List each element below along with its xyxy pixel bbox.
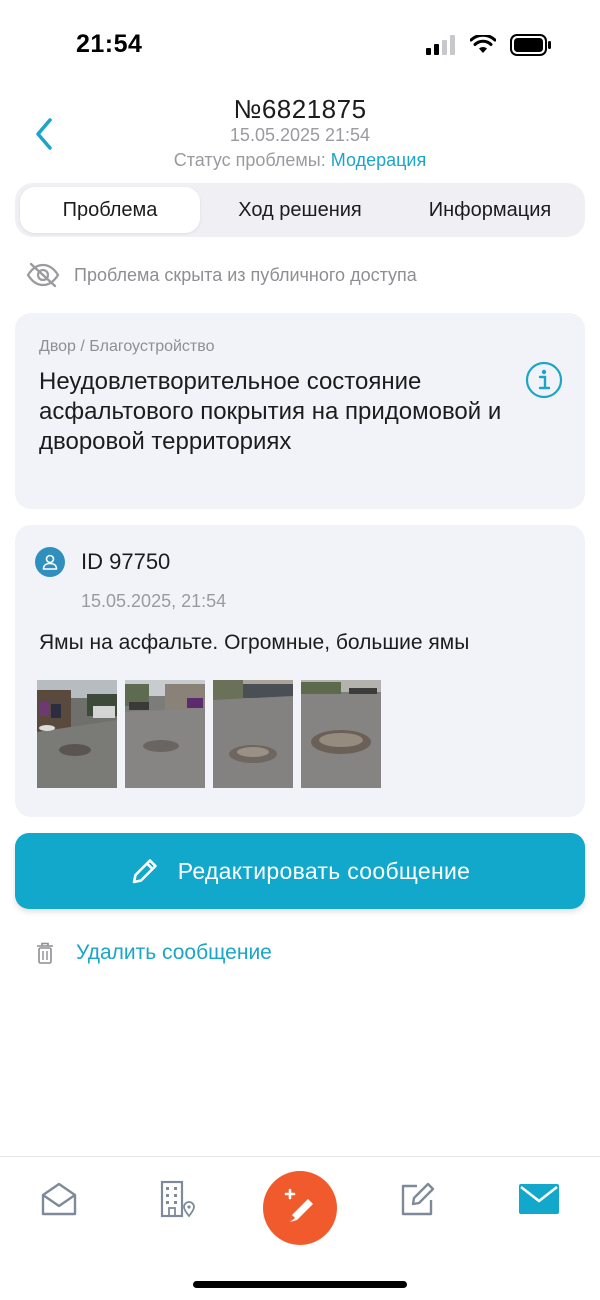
avatar (35, 547, 65, 577)
message-text: Ямы на асфальте. Огромные, большие ямы (39, 631, 470, 654)
problem-number: №6821875 (233, 94, 367, 124)
photo-thumbnail[interactable] (125, 680, 205, 788)
status-label: Статус проблемы: (173, 150, 326, 170)
home-indicator (193, 1281, 407, 1288)
problem-date: 15.05.2025 21:54 (229, 125, 371, 145)
info-button[interactable] (525, 361, 563, 399)
problem-title: Неудовлетворительное состояние асфальтов… (39, 368, 502, 455)
visibility-notice: Проблема скрыта из публичного доступа (26, 260, 417, 290)
edit-icon (401, 1182, 435, 1216)
trash-icon (37, 942, 53, 964)
tab-bar: Проблема Ход решения Информация (15, 183, 585, 237)
problem-status: Статус проблемы: Модерация (0, 150, 600, 171)
status-icons (426, 34, 552, 56)
new-problem-button[interactable] (263, 1171, 337, 1245)
info-icon (525, 361, 563, 399)
problem-category: Двор / Благоустройство (39, 338, 215, 355)
delete-message-label: Удалить сообщение (76, 941, 272, 964)
nav-buildings[interactable] (158, 1179, 198, 1219)
user-icon (42, 554, 58, 570)
status-time: 21:54 (76, 30, 143, 58)
delete-message-button[interactable]: Удалить сообщение (36, 936, 272, 970)
header: №6821875 15.05.2025 21:54 Статус проблем… (0, 90, 600, 180)
message-author: ID 97750 (81, 549, 171, 574)
pencil-icon (132, 859, 157, 884)
problem-card: Двор / Благоустройство Неудовлетворитель… (15, 313, 585, 509)
photo-thumbnail[interactable] (37, 680, 117, 788)
edit-message-label: Редактировать сообщение (177, 857, 471, 884)
wifi-icon (470, 35, 496, 53)
photo-thumbnail[interactable] (213, 680, 293, 788)
message-date: 15.05.2025, 21:54 (81, 591, 227, 611)
status-value: Модерация (330, 150, 427, 170)
nav-home[interactable] (39, 1179, 79, 1219)
photo-thumbnail[interactable] (301, 680, 381, 788)
visibility-notice-text: Проблема скрыта из публичного доступа (74, 264, 417, 285)
battery-icon (510, 34, 551, 56)
home-icon (41, 1182, 77, 1216)
tab-problem[interactable]: Проблема (20, 187, 200, 233)
message-card: ID 97750 15.05.2025, 21:54 Ямы на асфаль… (15, 525, 585, 817)
nav-my-reports[interactable] (398, 1179, 438, 1219)
building-location-icon (160, 1180, 195, 1218)
edit-message-button[interactable]: Редактировать сообщение (15, 833, 585, 909)
nav-messages[interactable] (519, 1179, 559, 1219)
tab-progress[interactable]: Ход решения (210, 187, 390, 233)
new-problem-icon (284, 1188, 313, 1222)
bottom-navigation (0, 1156, 600, 1300)
photo-gallery (37, 680, 381, 788)
tab-information[interactable]: Информация (400, 187, 580, 233)
signal-icon (426, 35, 455, 55)
status-bar: 21:54 (0, 0, 600, 90)
mail-icon (519, 1184, 559, 1214)
eye-off-icon (26, 262, 60, 288)
